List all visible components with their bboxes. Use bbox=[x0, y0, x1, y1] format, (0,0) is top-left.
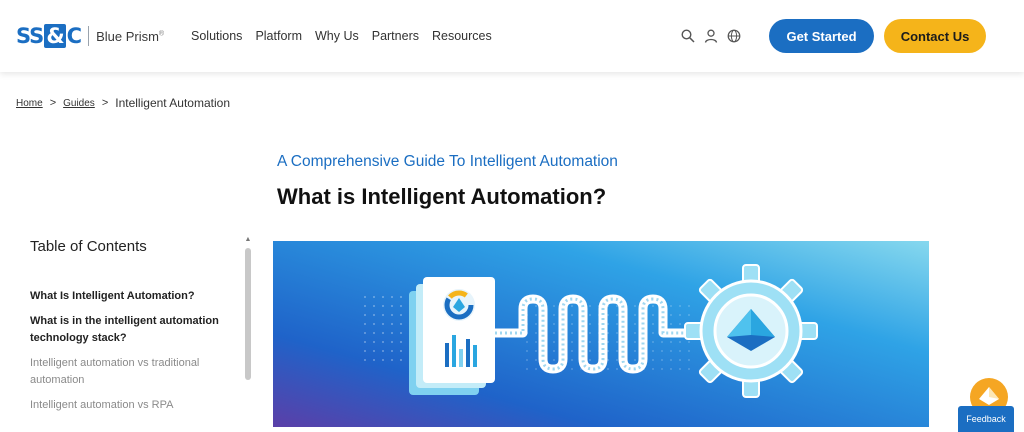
breadcrumb: Home > Guides > Intelligent Automation bbox=[16, 96, 230, 110]
page-title: What is Intelligent Automation? bbox=[277, 184, 607, 209]
nav-resources[interactable]: Resources bbox=[432, 29, 492, 43]
logo-text: Blue Prism® bbox=[96, 28, 165, 44]
contact-us-button[interactable]: Contact Us bbox=[884, 19, 986, 53]
main-nav: Solutions Platform Why Us Partners Resou… bbox=[191, 29, 492, 43]
breadcrumb-separator: > bbox=[101, 97, 109, 109]
nav-why-us[interactable]: Why Us bbox=[315, 29, 359, 43]
toc-item[interactable]: Intelligent automation vs traditional au… bbox=[30, 355, 230, 389]
get-started-button[interactable]: Get Started bbox=[769, 19, 874, 53]
breadcrumb-separator: > bbox=[49, 97, 57, 109]
search-icon[interactable] bbox=[681, 29, 695, 43]
nav-solutions[interactable]: Solutions bbox=[191, 29, 242, 43]
breadcrumb-guides[interactable]: Guides bbox=[63, 98, 95, 109]
toc-item[interactable]: What is in the intelligent automation te… bbox=[30, 313, 230, 347]
feedback-tab[interactable]: Feedback bbox=[958, 406, 1014, 432]
ssc-blue-prism-logo[interactable]: SS & C Blue Prism® bbox=[16, 24, 164, 48]
scroll-up-icon[interactable]: ▲ bbox=[244, 236, 252, 244]
nav-platform[interactable]: Platform bbox=[255, 29, 302, 43]
globe-icon[interactable] bbox=[727, 29, 741, 43]
logo-mark: SS & C bbox=[16, 24, 82, 48]
logo-divider bbox=[88, 26, 90, 46]
toc-item[interactable]: Intelligent automation vs RPA bbox=[30, 397, 230, 414]
guide-eyebrow: A Comprehensive Guide To Intelligent Aut… bbox=[277, 153, 618, 170]
scrollbar-thumb[interactable] bbox=[245, 248, 251, 380]
toc-list: What Is Intelligent Automation? What is … bbox=[30, 288, 230, 422]
header-icons bbox=[681, 29, 741, 43]
toc-item[interactable]: What Is Intelligent Automation? bbox=[30, 288, 230, 305]
user-icon[interactable] bbox=[704, 29, 718, 43]
breadcrumb-home[interactable]: Home bbox=[16, 98, 43, 109]
breadcrumb-current: Intelligent Automation bbox=[115, 96, 230, 110]
site-header: SS & C Blue Prism® Solutions Platform Why … bbox=[0, 0, 1024, 72]
toc-title: Table of Contents bbox=[30, 238, 147, 255]
automation-illustration bbox=[273, 241, 929, 427]
hero-illustration bbox=[273, 241, 929, 427]
nav-partners[interactable]: Partners bbox=[372, 29, 419, 43]
toc-scrollbar[interactable]: ▲ bbox=[244, 236, 252, 432]
